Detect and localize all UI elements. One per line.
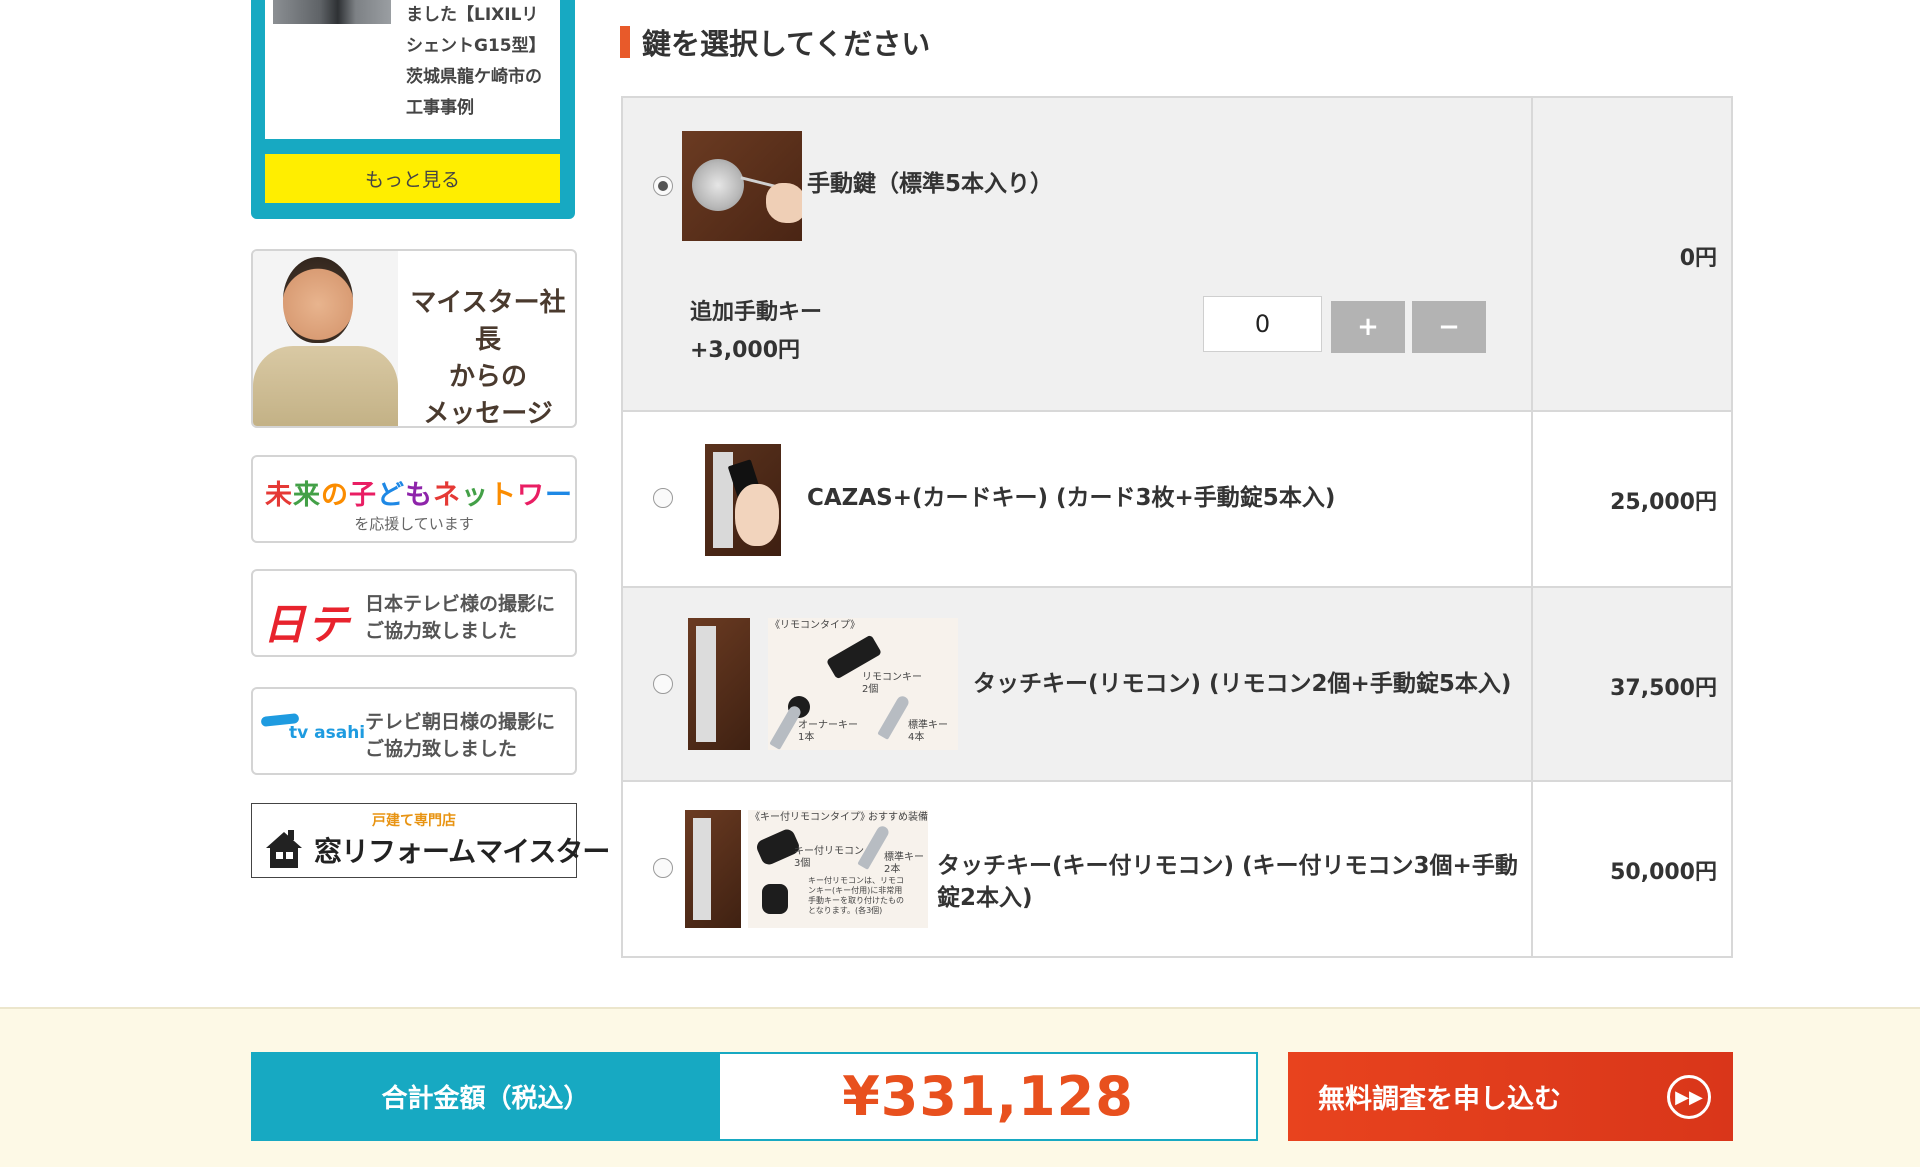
lock-cylinder-graphic: [692, 159, 744, 211]
key-remote-info-panel: 《キー付リモコンタイプ》 おすすめ装備 キー付リモコン 3個 標準キー 2本 キ…: [748, 810, 928, 928]
free-survey-apply-button[interactable]: 無料調査を申し込む ▶▶: [1288, 1052, 1733, 1141]
extra-key-label: 追加手動キー +3,000円: [690, 300, 823, 363]
column-divider: [1531, 412, 1533, 586]
logo-character: ワ: [517, 480, 545, 511]
key-option-radio[interactable]: [653, 176, 673, 196]
case-study-thumbnail[interactable]: [273, 0, 391, 24]
key-remote-caption: キー付リモコン 3個: [794, 846, 864, 869]
owner-key-caption: オーナーキー 1本: [798, 720, 858, 743]
logo-character: の: [321, 480, 349, 511]
door-plate-graphic: [696, 626, 716, 742]
logo-character: 来: [293, 480, 321, 511]
ntv-logo: 日テレ: [263, 600, 352, 649]
section-heading: 鍵を選択してください: [620, 24, 931, 61]
logo-character: ー: [545, 480, 573, 511]
key-option-price: 0円: [1679, 246, 1717, 271]
logo-character: も: [405, 480, 433, 511]
meister-message-banner[interactable]: マイスター社長 からの メッセージ: [251, 249, 577, 428]
more-button[interactable]: もっと見る: [265, 154, 560, 203]
tv-asahi-banner[interactable]: tv asahi テレビ朝日様の撮影に ご協力致しました: [251, 687, 577, 775]
logo-character: ト: [489, 480, 517, 511]
column-divider: [1531, 98, 1533, 410]
standard-key-caption: 標準キー 4本: [908, 720, 948, 743]
key-options-table: 手動鍵（標準5本入り） 追加手動キー +3,000円 + − 0円 CAZAS+…: [621, 96, 1733, 958]
door-plate-graphic: [693, 818, 711, 920]
house-icon: [266, 830, 302, 868]
key-option-price: 25,000円: [1610, 490, 1717, 515]
mado-reform-title: 窓リフォームマイスター: [314, 835, 610, 868]
logo-character: ネ: [433, 480, 461, 511]
quantity-increment-button[interactable]: +: [1331, 301, 1405, 353]
apply-button-label: 無料調査を申し込む: [1318, 1084, 1561, 1115]
mado-reform-meister-banner[interactable]: 戸建て専門店 窓リフォームマイスター: [251, 803, 610, 878]
tv-asahi-banner-text: テレビ朝日様の撮影に ご協力致しました: [365, 711, 556, 760]
touch-key-key-remote-image: 《キー付リモコンタイプ》 おすすめ装備 キー付リモコン 3個 標準キー 2本 キ…: [685, 810, 935, 928]
tv-asahi-wordmark: tv asahi: [289, 723, 366, 743]
remote-key-caption: リモコンキー 2個: [862, 672, 922, 695]
extra-key-quantity-input[interactable]: [1203, 296, 1322, 352]
remote-info-panel: 《リモコンタイプ》 リモコンキー 2個 オーナーキー 1本 標準キー 4本: [768, 618, 958, 750]
key-option-row: 《キー付リモコンタイプ》 おすすめ装備 キー付リモコン 3個 標準キー 2本 キ…: [623, 782, 1731, 958]
card-key-image: [705, 444, 781, 556]
logo-character: ど: [377, 480, 405, 511]
key-remote-type-caption: 《キー付リモコンタイプ》: [750, 812, 870, 823]
key-option-row: 手動鍵（標準5本入り） 追加手動キー +3,000円 + − 0円: [623, 98, 1731, 412]
recommended-caption: おすすめ装備: [868, 812, 928, 823]
key-option-label[interactable]: タッチキー(リモコン) (リモコン2個+手動錠5本入): [973, 668, 1511, 700]
standard-key-graphic: [877, 694, 911, 740]
hand-graphic: [735, 484, 779, 546]
president-photo: [253, 251, 398, 426]
remote-type-caption: 《リモコンタイプ》: [770, 620, 860, 631]
door-graphic: [688, 618, 750, 750]
kodomo-network-logo: 未来の子どもネットワーク: [265, 473, 575, 512]
logo-character: ッ: [461, 480, 489, 511]
column-divider: [1531, 782, 1533, 958]
key-remote-note: キー付リモコンは、リモコ ンキー(キー付用)に非常用 手動キーを取り付けたもの …: [808, 876, 904, 915]
quantity-decrement-button[interactable]: −: [1412, 301, 1486, 353]
door-graphic: [685, 810, 741, 928]
standard-key-caption: 標準キー 2本: [884, 852, 924, 875]
key-option-price: 37,500円: [1610, 676, 1717, 701]
hand-graphic: [766, 183, 802, 223]
key-option-label[interactable]: タッチキー(キー付リモコン) (キー付リモコン3個+手動錠2本入): [937, 850, 1527, 914]
president-head: [283, 257, 353, 343]
key-option-label[interactable]: CAZAS+(カードキー) (カード3枚+手動錠5本入): [807, 482, 1335, 514]
key-remote-small-graphic: [762, 884, 788, 914]
logo-character: 子: [349, 480, 377, 511]
manual-key-image: [682, 131, 802, 241]
column-divider: [1531, 588, 1533, 780]
meister-banner-text: マイスター社長 からの メッセージ: [410, 288, 566, 428]
heading-accent-bar: [620, 26, 630, 58]
key-option-row: CAZAS+(カードキー) (カード3枚+手動錠5本入) 25,000円: [623, 412, 1731, 588]
ntv-banner[interactable]: 日テレ 日本テレビ様の撮影に ご協力致しました: [251, 569, 577, 657]
total-label: 合計金額（税込）: [251, 1052, 720, 1141]
fast-forward-circle-icon: ▶▶: [1667, 1075, 1711, 1119]
key-option-row: 《リモコンタイプ》 リモコンキー 2個 オーナーキー 1本 標準キー 4本 タッ…: [623, 588, 1731, 782]
page-title: 鍵を選択してください: [642, 27, 931, 61]
case-study-text[interactable]: ました【LIXILリ シェントG15型】 茨城県龍ケ崎市の 工事事例: [406, 0, 556, 124]
touch-key-remote-image: 《リモコンタイプ》 リモコンキー 2個 オーナーキー 1本 標準キー 4本: [688, 618, 958, 750]
key-option-radio[interactable]: [653, 488, 673, 508]
page: ました【LIXILリ シェントG15型】 茨城県龍ケ崎市の 工事事例 もっと見る…: [0, 0, 1920, 1167]
kodomo-network-banner[interactable]: 未来の子どもネットワーク を応援しています: [251, 455, 577, 543]
key-option-price: 50,000円: [1610, 860, 1717, 885]
kodomo-network-subtitle: を応援しています: [354, 515, 474, 533]
key-option-label[interactable]: 手動鍵（標準5本入り）: [807, 168, 1053, 200]
key-option-radio[interactable]: [653, 858, 673, 878]
president-body: [253, 346, 398, 426]
ntv-banner-text: 日本テレビ様の撮影に ご協力致しました: [365, 593, 556, 642]
logo-character: 未: [265, 480, 293, 511]
tv-asahi-logo: tv asahi: [259, 711, 365, 751]
logo-character: ク: [573, 480, 575, 511]
key-option-radio[interactable]: [653, 674, 673, 694]
total-amount: ¥331,128: [720, 1052, 1258, 1141]
